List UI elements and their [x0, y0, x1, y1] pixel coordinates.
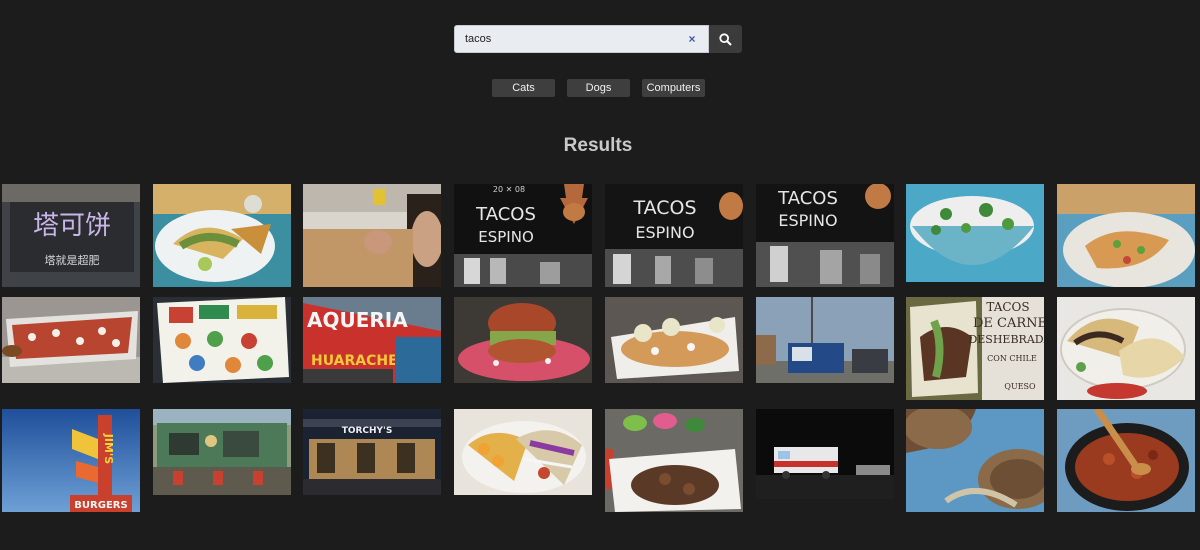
poster-line5: QUESO [1004, 382, 1036, 391]
sign-subtitle: ESPINO [635, 223, 694, 242]
result-image[interactable] [605, 409, 743, 512]
result-image[interactable] [1057, 297, 1195, 400]
result-image[interactable]: JIM'S BURGERS [2, 409, 140, 512]
result-image[interactable]: AQUERIA HUARACHES [303, 297, 441, 383]
results-heading: Results [563, 135, 633, 156]
result-image[interactable] [605, 297, 743, 383]
result-image[interactable] [153, 184, 291, 287]
result-image[interactable]: TACOS DE CARNE DESHEBRADA CON CHILE QUES… [906, 297, 1044, 400]
category-button-computers[interactable]: Computers [642, 79, 705, 97]
mural-title: AQUERIA [307, 308, 408, 332]
result-image[interactable] [756, 297, 894, 383]
result-image[interactable] [1057, 184, 1195, 287]
result-image[interactable] [153, 297, 291, 383]
poster-line4: CON CHILE [987, 354, 1037, 363]
result-image[interactable] [906, 409, 1044, 512]
result-image[interactable] [454, 297, 592, 383]
category-button-dogs[interactable]: Dogs [567, 79, 630, 97]
result-image[interactable]: 塔可饼 塔就是超肥 [2, 184, 140, 287]
sign-subtext: 塔就是超肥 [45, 253, 100, 267]
page: × Cats Dogs Computers Results 塔可饼 塔就是超肥 [0, 0, 1200, 550]
poster-line3: DESHEBRADA [968, 333, 1044, 346]
clear-search-button[interactable]: × [685, 32, 699, 46]
result-image[interactable]: TACOS ESPINO [605, 184, 743, 287]
sign-subtitle: ESPINO [478, 228, 534, 246]
category-button-cats[interactable]: Cats [492, 79, 555, 97]
search-bar: × [454, 25, 742, 53]
poster-line2: DE CARNE [973, 316, 1044, 331]
result-image[interactable] [906, 184, 1044, 282]
sign-text: 塔可饼 [33, 211, 111, 241]
store-sign: TORCHY'S [342, 426, 393, 436]
result-image[interactable] [1057, 409, 1195, 512]
result-image[interactable] [153, 409, 291, 495]
result-image[interactable] [2, 297, 140, 383]
result-image[interactable] [756, 409, 894, 499]
search-icon [719, 32, 732, 46]
result-image[interactable] [454, 409, 592, 495]
sign-title: TACOS [777, 188, 838, 209]
burgers-sign: BURGERS [74, 500, 127, 511]
pole-sign: JIM'S [102, 433, 115, 464]
poster-line1: TACOS [986, 300, 1029, 314]
result-image[interactable]: TORCHY'S [303, 409, 441, 495]
search-button[interactable] [709, 25, 742, 53]
result-image[interactable] [303, 184, 441, 287]
sign-subtitle: ESPINO [778, 211, 837, 230]
sign-title: TACOS [475, 204, 536, 225]
sign-title: TACOS [632, 197, 696, 219]
mural-subtitle: HUARACHES [311, 353, 408, 369]
result-image[interactable]: 20 ✕ 08 TACOS ESPINO [454, 184, 592, 287]
result-image[interactable]: TACOS ESPINO [756, 184, 894, 287]
search-input[interactable] [454, 25, 709, 53]
sign-year: 20 ✕ 08 [493, 185, 525, 194]
